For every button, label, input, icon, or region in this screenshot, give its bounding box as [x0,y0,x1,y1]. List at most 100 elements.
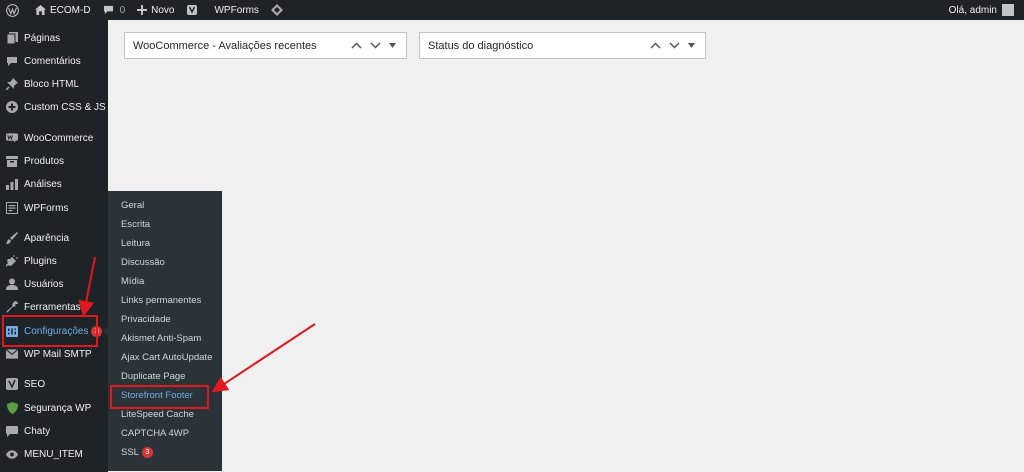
admin-bar: ECOM-D 0 Novo WPForms Olá, admin [0,0,1024,20]
brush-icon [6,232,18,244]
chevron-down-icon [669,42,680,49]
sidebar-item-users[interactable]: Usuários [0,273,108,295]
sidebar-item-comments[interactable]: Comentários [0,50,108,72]
new-label: Novo [151,4,175,16]
widget-recent-reviews: WooCommerce - Avaliações recentes [124,32,407,59]
sidebar-item-label: Páginas [24,32,61,44]
sidebar-item-security[interactable]: Segurança WP [0,397,108,419]
comment-bubble-icon [103,5,114,15]
yoast-icon [186,4,198,16]
comments-count: 0 [119,4,126,16]
toggle-panel-button[interactable] [389,43,396,48]
diamond-button[interactable] [265,0,293,20]
sidebar-item-seo[interactable]: SEO [0,373,108,395]
sidebar-item-menu-item[interactable]: MENU_ITEM [0,443,108,465]
sidebar-item-analytics[interactable]: Análises [0,173,108,195]
admin-sidebar: Páginas Comentários Bloco HTML Custom CS… [0,20,108,472]
submenu-item-ssl[interactable]: SSL 3 [108,443,222,462]
pages-icon [6,32,18,44]
widget-site-health: Status do diagnóstico [419,32,706,59]
sidebar-item-label: MENU_ITEM [24,448,83,460]
ssl-update-badge: 3 [141,447,153,458]
chevron-up-icon [650,42,661,49]
my-account-link[interactable]: Olá, admin [943,0,1024,20]
sidebar-item-label: SEO [24,378,46,390]
move-down-button[interactable] [669,42,680,49]
sidebar-item-woocommerce[interactable]: WooCommerce [0,127,108,149]
new-content-button[interactable]: Novo [131,0,180,20]
chevron-down-icon [370,42,381,49]
submenu-item-privacy[interactable]: Privacidade [108,310,222,329]
wpforms-icon [6,202,18,214]
highlight-box-storefront-footer [110,385,209,409]
sidebar-item-label: WooCommerce [24,132,94,144]
widget-controls [650,42,705,49]
submenu-item-writing[interactable]: Escrita [108,215,222,234]
sidebar-item-html-block[interactable]: Bloco HTML [0,73,108,95]
chat-icon [6,425,18,437]
submenu-item-captcha[interactable]: CAPTCHA 4WP [108,424,222,443]
widget-controls [351,42,406,49]
move-down-button[interactable] [370,42,381,49]
site-name-link[interactable]: ECOM-D [29,0,97,20]
woocommerce-icon [6,132,18,144]
sidebar-item-label: Chaty [24,425,51,437]
yoast-icon [6,378,18,390]
submenu-item-duplicate-page[interactable]: Duplicate Page [108,367,222,386]
submenu-item-media[interactable]: Mídia [108,272,222,291]
move-up-button[interactable] [351,42,362,49]
sidebar-item-label: Plugins [24,255,57,267]
wrench-icon [6,301,18,313]
products-icon [6,155,18,167]
sidebar-item-products[interactable]: Produtos [0,150,108,172]
wpforms-label: WPForms [214,4,259,16]
submenu-item-label: SSL [121,447,139,458]
sidebar-item-label: Usuários [24,278,64,290]
highlight-box-settings [2,315,98,347]
diamond-icon [270,4,283,16]
pin-icon [6,78,18,90]
plug-icon [6,255,18,267]
widget-title: Status do diagnóstico [428,39,534,52]
wpforms-button[interactable]: WPForms [208,0,264,20]
sidebar-item-plugins[interactable]: Plugins [0,250,108,272]
submenu-item-akismet[interactable]: Akismet Anti-Spam [108,329,222,348]
caret-down-icon [389,43,396,48]
submenu-item-ajax-cart[interactable]: Ajax Cart AutoUpdate [108,348,222,367]
sidebar-item-chaty[interactable]: Chaty [0,420,108,442]
site-name-label: ECOM-D [50,4,91,16]
submenu-item-discussion[interactable]: Discussão [108,253,222,272]
submenu-item-reading[interactable]: Leitura [108,234,222,253]
sidebar-item-label: Comentários [24,55,81,67]
sidebar-item-label: Bloco HTML [24,78,80,90]
wordpress-logo-icon [6,3,19,17]
sidebar-item-label: Custom CSS & JS [24,101,106,113]
greeting-label: Olá, admin [948,4,997,16]
move-up-button[interactable] [650,42,661,49]
wordpress-logo-button[interactable] [0,0,29,20]
chevron-up-icon [351,42,362,49]
shield-icon [6,402,18,414]
sidebar-item-appearance[interactable]: Aparência [0,227,108,249]
sidebar-item-label: Produtos [24,155,65,167]
sidebar-item-pages[interactable]: Páginas [0,27,108,49]
submenu-item-permalinks[interactable]: Links permanentes [108,291,222,310]
eye-icon [6,448,18,460]
sidebar-item-label: Segurança WP [24,402,92,414]
sidebar-item-label: WP Mail SMTP [24,348,92,360]
sidebar-item-label: Ferramentas [24,301,81,313]
avatar [1002,4,1014,16]
settings-flyout-submenu: Geral Escrita Leitura Discussão Mídia Li… [108,191,222,471]
yoast-button[interactable] [180,0,208,20]
mail-icon [6,348,18,360]
dashboard-content: WooCommerce - Avaliações recentes Status… [108,20,1024,472]
toggle-panel-button[interactable] [688,43,695,48]
sidebar-item-custom-css-js[interactable]: Custom CSS & JS [0,96,108,118]
comments-icon [6,55,18,67]
sidebar-item-label: Análises [24,178,62,190]
sidebar-item-wpforms[interactable]: WPForms [0,197,108,219]
submenu-item-general[interactable]: Geral [108,196,222,215]
widget-title: WooCommerce - Avaliações recentes [133,39,317,52]
comments-link[interactable]: 0 [97,0,132,20]
plus-circle-icon [6,101,18,113]
